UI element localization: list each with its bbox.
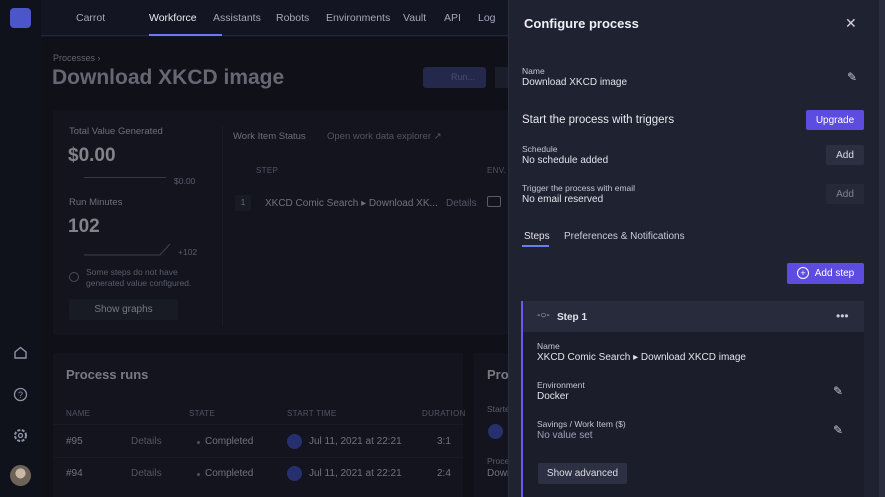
step-name: XKCD Comic Search ▸ Download XKCD image <box>537 352 746 363</box>
environment-label: Environment <box>537 380 585 390</box>
schedule-label: Schedule <box>522 144 558 154</box>
modal-overlay[interactable] <box>41 37 508 497</box>
svg-text:?: ? <box>18 390 23 400</box>
workspace-name[interactable]: Carrot <box>76 12 105 24</box>
home-icon[interactable] <box>12 344 29 361</box>
savings-label: Savings / Work Item ($) <box>537 419 626 429</box>
process-name: Download XKCD image <box>522 77 628 88</box>
add-step-button[interactable]: + Add step <box>787 263 864 284</box>
add-schedule-button[interactable]: Add <box>826 145 864 165</box>
edit-environment-icon[interactable]: ✎ <box>833 384 843 398</box>
step-icon: -○- <box>537 310 550 321</box>
panel-title: Configure process <box>524 16 639 31</box>
scrollbar[interactable] <box>879 0 885 497</box>
tab-assistants[interactable]: Assistants <box>213 12 261 24</box>
edit-savings-icon[interactable]: ✎ <box>833 423 843 437</box>
triggers-title: Start the process with triggers <box>522 114 675 126</box>
tab-api[interactable]: API <box>444 12 461 24</box>
close-icon[interactable]: ✕ <box>845 15 857 32</box>
step-title: Step 1 <box>557 312 588 323</box>
user-avatar[interactable] <box>10 465 31 486</box>
step-menu-icon[interactable]: ••• <box>836 309 849 323</box>
upgrade-button[interactable]: Upgrade <box>806 110 864 130</box>
settings-icon[interactable] <box>12 427 29 444</box>
tab-vault[interactable]: Vault <box>403 12 426 24</box>
email-trigger-value: No email reserved <box>522 194 604 205</box>
tab-preferences[interactable]: Preferences & Notifications <box>564 231 685 242</box>
tab-workforce[interactable]: Workforce <box>149 12 197 24</box>
tab-robots[interactable]: Robots <box>276 12 309 24</box>
savings-value: No value set <box>537 430 593 441</box>
edit-name-icon[interactable]: ✎ <box>847 70 857 84</box>
tab-environments[interactable]: Environments <box>326 12 390 24</box>
left-rail: ? <box>0 0 41 497</box>
step-name-label: Name <box>537 341 560 351</box>
add-email-button[interactable]: Add <box>826 184 864 204</box>
schedule-value: No schedule added <box>522 155 609 166</box>
show-advanced-button[interactable]: Show advanced <box>538 463 627 484</box>
environment-value: Docker <box>537 391 569 402</box>
tab-steps[interactable]: Steps <box>524 231 550 242</box>
logo-icon[interactable] <box>10 8 31 28</box>
help-icon[interactable]: ? <box>12 386 29 403</box>
tab-log[interactable]: Log <box>478 12 496 24</box>
email-trigger-label: Trigger the process with email <box>522 183 636 193</box>
top-nav <box>41 0 508 36</box>
name-label: Name <box>522 66 545 76</box>
active-tab-indicator <box>149 34 222 36</box>
plus-icon: + <box>797 267 809 279</box>
steps-tab-indicator <box>522 245 549 247</box>
